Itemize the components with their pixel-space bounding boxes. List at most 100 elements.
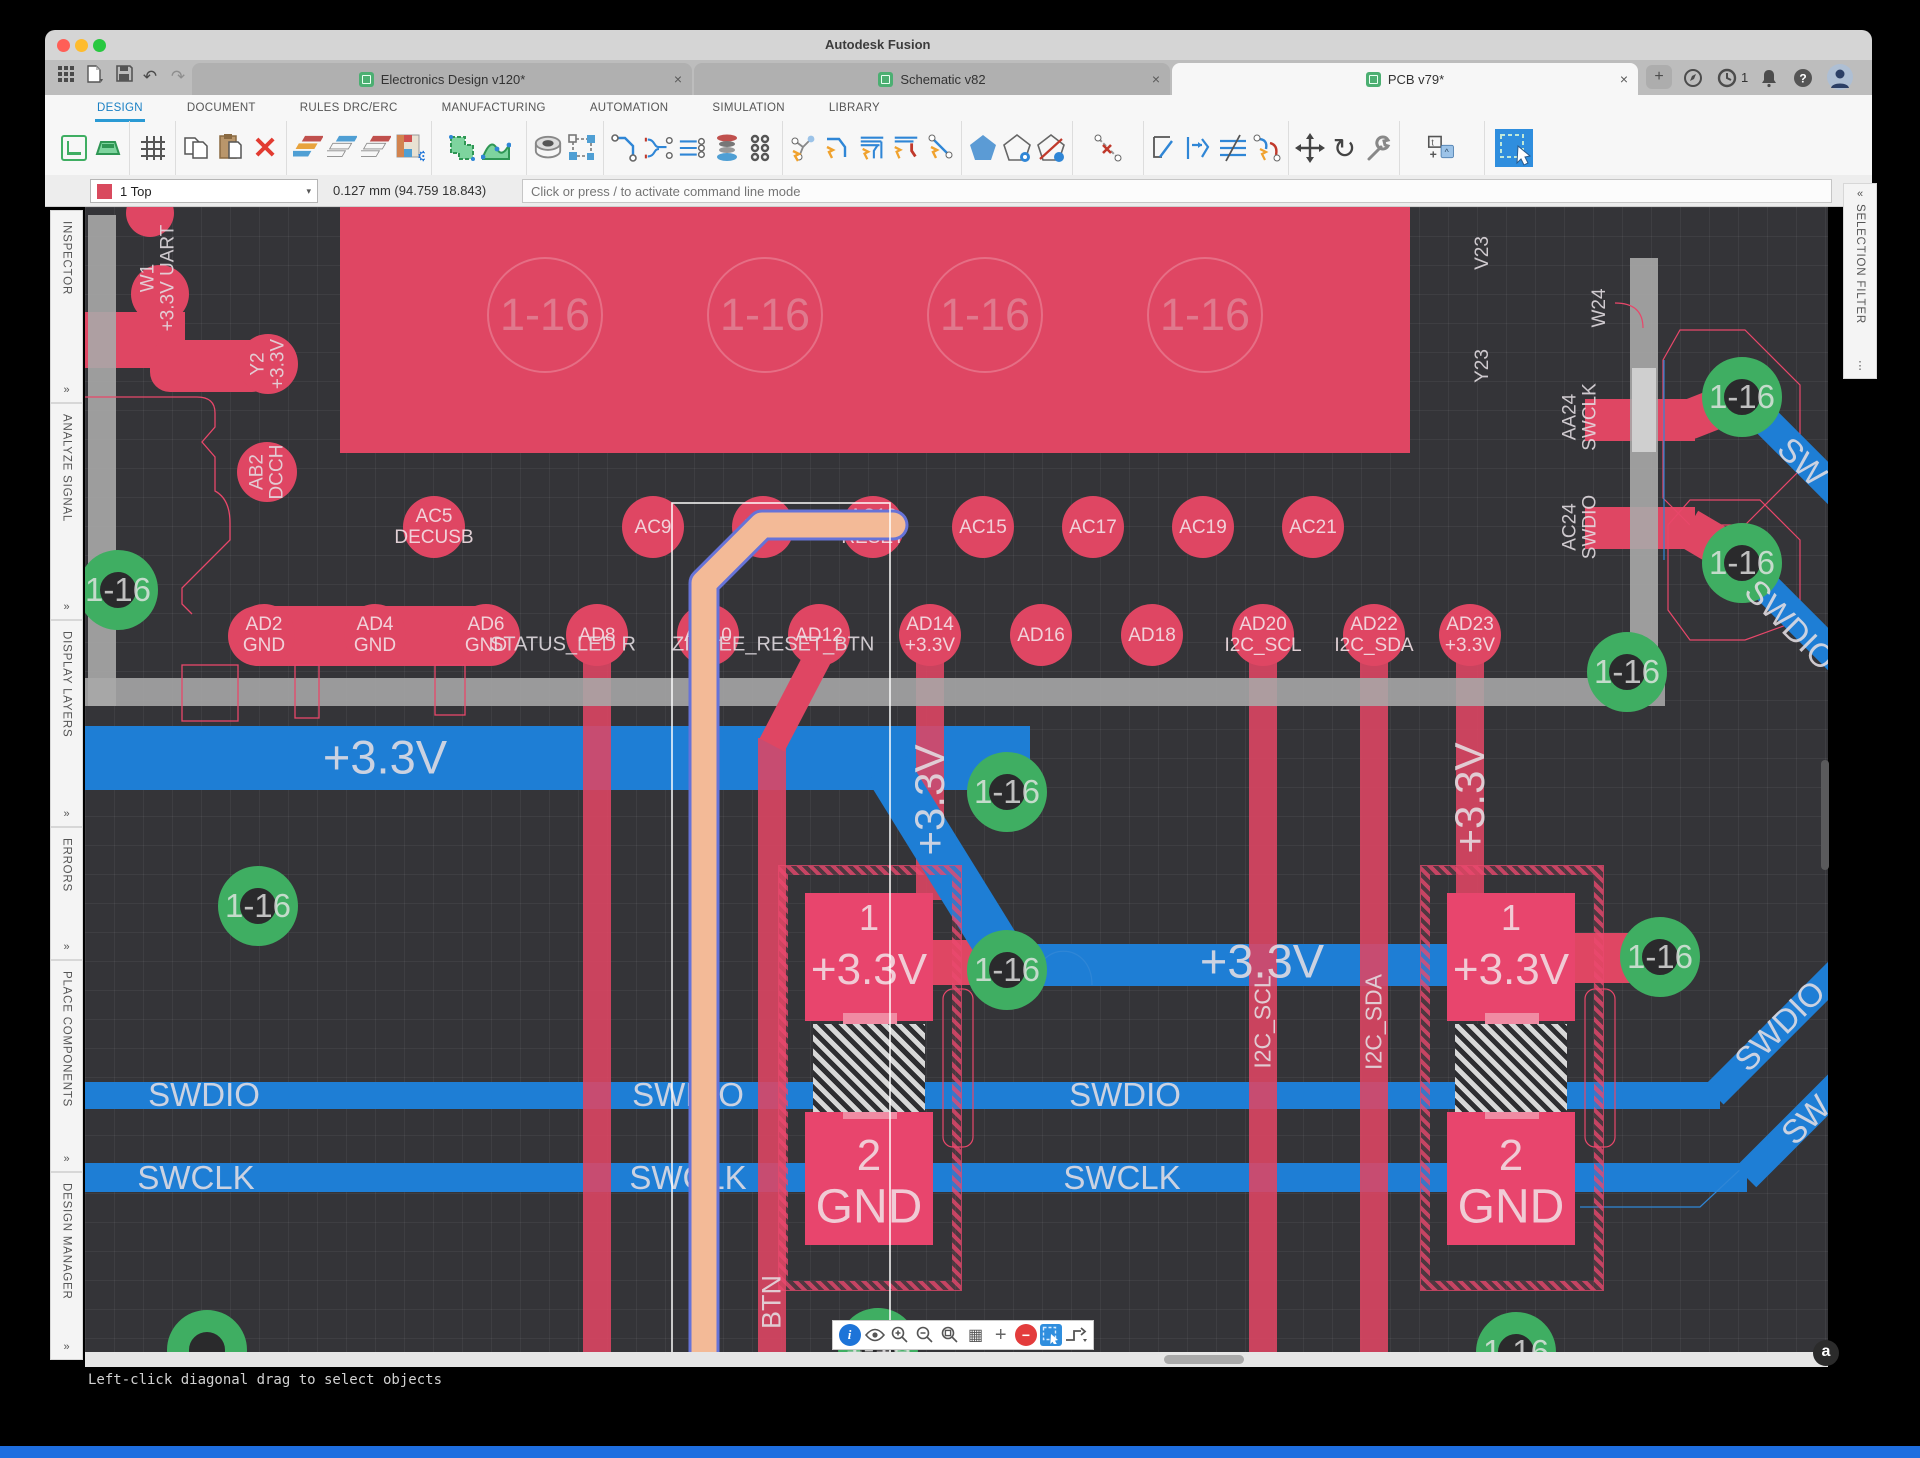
layers-bottom-icon[interactable]	[361, 131, 391, 165]
zoom-fit-icon[interactable]	[939, 1324, 961, 1346]
browser-home-icon[interactable]	[1683, 68, 1703, 88]
grid-icon[interactable]: ▦	[965, 1324, 987, 1346]
board-outline-left[interactable]	[88, 215, 116, 706]
via[interactable]: 1-16	[967, 752, 1047, 832]
rework-reroute-icon[interactable]	[1252, 131, 1282, 165]
quickroute-single-icon[interactable]	[823, 131, 853, 165]
tab-schematic[interactable]: Schematic v82 ×	[694, 63, 1170, 95]
rework-outline-icon[interactable]	[1150, 131, 1180, 165]
switch-schematic-icon[interactable]	[59, 131, 89, 165]
menu-simulation[interactable]: SIMULATION	[710, 98, 786, 122]
net-label[interactable]: SWCLK	[1063, 1159, 1180, 1197]
panel-place-components[interactable]: PLACE COMPONENTS »	[50, 960, 83, 1172]
drag-handle-icon[interactable]: ⋮	[1855, 359, 1866, 372]
close-tab-icon[interactable]: ×	[674, 71, 682, 87]
menu-automation[interactable]: AUTOMATION	[588, 98, 671, 122]
quickroute-net-icon[interactable]	[789, 131, 819, 165]
menu-rules-drc-erc[interactable]: RULES DRC/ERC	[298, 98, 400, 122]
wrench-icon[interactable]	[1363, 131, 1393, 165]
net-label[interactable]: SWDIO	[632, 1076, 744, 1114]
close-tab-icon[interactable]: ×	[1620, 71, 1628, 87]
layer-dropdown[interactable]: 1 Top ▾	[90, 179, 318, 203]
quickroute-bus-icon[interactable]	[857, 131, 887, 165]
copy-icon[interactable]	[182, 131, 212, 165]
net-label[interactable]: I2C_SDA	[1361, 974, 1388, 1070]
menu-manufacturing[interactable]: MANUFACTURING	[440, 98, 548, 122]
select-icon[interactable]	[1494, 128, 1534, 168]
menu-library[interactable]: LIBRARY	[827, 98, 882, 122]
net-label[interactable]: SWDIO	[148, 1076, 260, 1114]
quickroute-pair-icon[interactable]	[925, 131, 955, 165]
grid-view-icon[interactable]	[138, 131, 168, 165]
avatar[interactable]	[1827, 64, 1853, 90]
net-label[interactable]: +3.3V	[1446, 743, 1494, 854]
command-line-input[interactable]	[522, 179, 1832, 203]
job-status-icon[interactable]	[1717, 68, 1737, 88]
net-label[interactable]: STATUS_LED R	[490, 634, 636, 657]
via[interactable]	[167, 1310, 247, 1352]
net-label[interactable]: SWDIO	[1069, 1076, 1181, 1114]
rework-align-icon[interactable]	[1218, 131, 1248, 165]
route-multi-icon[interactable]	[678, 131, 708, 165]
net-label[interactable]: Y2+3.3V	[248, 339, 288, 389]
via[interactable]: 1-16	[85, 550, 158, 630]
menu-document[interactable]: DOCUMENT	[185, 98, 258, 122]
vertical-scrollbar[interactable]	[1821, 760, 1829, 870]
visibility-eye-icon[interactable]	[864, 1324, 886, 1346]
net-label[interactable]: AA24SWCLK	[1560, 383, 1600, 451]
delete-icon[interactable]: ✕	[250, 131, 280, 165]
net-label[interactable]: +3.3V	[906, 745, 954, 856]
net-label[interactable]: SWDIO	[1727, 973, 1828, 1079]
via[interactable]: 1-16	[218, 866, 298, 946]
net-label[interactable]: 1-16	[1160, 289, 1250, 341]
net-label[interactable]: V23	[1472, 236, 1494, 270]
switch-board-icon[interactable]	[93, 131, 123, 165]
zoom-in-icon[interactable]	[889, 1324, 911, 1346]
collapse-left-icon[interactable]: «	[1857, 188, 1863, 200]
net-label[interactable]: 1-16	[940, 289, 1030, 341]
net-label[interactable]: BTN	[757, 1275, 788, 1329]
crosshair-icon[interactable]: +	[990, 1324, 1012, 1346]
panel-selection-filter[interactable]: « SELECTION FILTER ⋮	[1843, 183, 1877, 379]
close-tab-icon[interactable]: ×	[1152, 71, 1160, 87]
net-label[interactable]: I2C_SCL	[1250, 975, 1277, 1068]
via[interactable]: 1-16	[1620, 917, 1700, 997]
route-style-icon[interactable]	[1065, 1324, 1087, 1346]
trace-ad8[interactable]	[583, 655, 611, 1352]
panel-inspector[interactable]: INSPECTOR »	[50, 210, 83, 403]
close-window-button[interactable]	[57, 39, 70, 52]
app-grid-icon[interactable]	[53, 65, 79, 89]
horizontal-scrollbar[interactable]	[85, 1352, 1828, 1367]
via[interactable]: 1-16	[1587, 632, 1667, 712]
layers-top-icon[interactable]	[327, 131, 357, 165]
board-outline-right-light[interactable]	[1632, 368, 1656, 452]
info-icon[interactable]: i	[839, 1324, 861, 1346]
paste-icon[interactable]	[216, 131, 246, 165]
menu-design[interactable]: DESIGN	[95, 98, 145, 122]
notifications-bell-icon[interactable]	[1759, 68, 1779, 88]
new-tab-button[interactable]: +	[1646, 65, 1672, 89]
board-outline-icon[interactable]	[447, 131, 477, 165]
select-mode-icon[interactable]	[1040, 1324, 1062, 1346]
net-label[interactable]: SWCLK	[137, 1159, 254, 1197]
place-component-icon[interactable]	[567, 131, 597, 165]
route-manual-icon[interactable]	[610, 131, 640, 165]
expand-panel-icon[interactable]: »	[63, 601, 69, 613]
board-outline-right[interactable]	[1630, 258, 1658, 690]
net-label[interactable]: 1-16	[500, 289, 590, 341]
expand-panel-icon[interactable]: »	[63, 384, 69, 396]
via[interactable]: 1-16	[1702, 357, 1782, 437]
polygon-delete-icon[interactable]	[1036, 131, 1066, 165]
zoom-out-icon[interactable]	[914, 1324, 936, 1346]
drc-stop-icon[interactable]: −	[1015, 1324, 1037, 1346]
expand-panel-icon[interactable]: »	[63, 808, 69, 820]
expand-panel-icon[interactable]: »	[63, 941, 69, 953]
polygon-outline-icon[interactable]	[1002, 131, 1032, 165]
via[interactable]: 1-16	[1476, 1312, 1556, 1352]
via[interactable]: 1-16	[967, 930, 1047, 1010]
redo-icon[interactable]: ↷	[165, 65, 191, 89]
route-differential-icon[interactable]	[644, 131, 674, 165]
file-menu-icon[interactable]	[81, 65, 107, 89]
board-outline-bottom[interactable]	[85, 678, 1665, 706]
zoom-window-button[interactable]	[93, 39, 106, 52]
